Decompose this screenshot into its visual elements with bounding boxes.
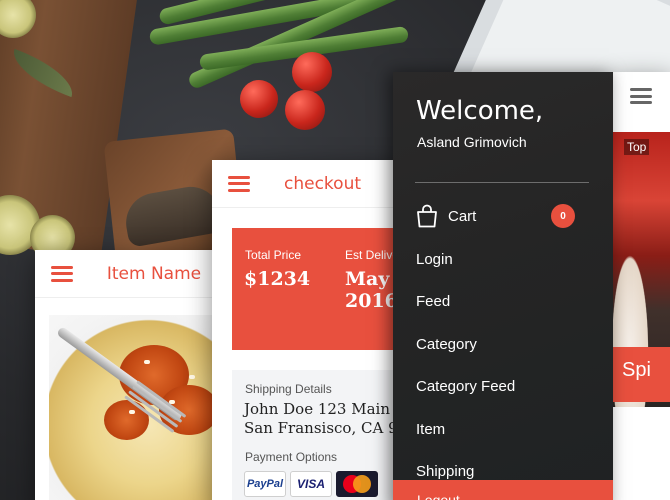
total-price-value: $1234: [244, 268, 311, 290]
menu-item-category-feed[interactable]: Category Feed: [416, 375, 515, 397]
checkout-header: checkout: [212, 160, 412, 208]
shipping-section: Shipping Details John Doe 123 Main St Sa…: [232, 370, 412, 500]
address-line: San Fransisco, CA 941: [244, 419, 412, 437]
est-delivery-label: Est Delive: [345, 248, 400, 262]
cherry-tomato: [240, 80, 278, 118]
payment-label: Payment Options: [245, 450, 338, 464]
peek-banner: Spi: [612, 347, 670, 402]
shipping-label: Shipping Details: [245, 382, 332, 396]
checkout-title: checkout: [284, 173, 362, 194]
address-line: John Doe 123 Main St: [244, 400, 412, 418]
logout-label: Logout: [417, 492, 460, 500]
price-panel: Total Price $1234 Est Delive May 2 2016: [232, 228, 412, 350]
est-delivery-year: 2016: [345, 290, 398, 312]
menu-item-login[interactable]: Login: [416, 248, 453, 270]
shopping-bag-icon: [417, 204, 437, 228]
cart-count-badge: 0: [551, 204, 575, 228]
user-name: Asland Grimovich: [417, 134, 527, 150]
menu-icon[interactable]: [228, 175, 250, 192]
menu-item-shipping[interactable]: Shipping: [416, 460, 474, 482]
visa-icon[interactable]: VISA: [290, 471, 332, 497]
peek-screen: Top Spi: [612, 72, 670, 500]
paypal-icon[interactable]: PayPal: [244, 471, 286, 497]
mastercard-circles: [343, 475, 371, 493]
total-price-label: Total Price: [245, 248, 302, 262]
cherry-tomato: [285, 90, 325, 130]
navigation-drawer: Welcome, Asland Grimovich Cart 0 Login F…: [393, 72, 613, 500]
divider: [415, 182, 589, 183]
logout-button[interactable]: Logout: [393, 480, 613, 500]
mastercard-icon[interactable]: [336, 471, 378, 497]
checkout-screen: checkout Total Price $1234 Est Delive Ma…: [212, 160, 412, 500]
cherry-tomato: [292, 52, 332, 92]
peek-tag: Top: [624, 139, 650, 155]
menu-icon[interactable]: [630, 88, 652, 104]
peek-banner-text: Spi: [622, 359, 651, 381]
welcome-heading: Welcome,: [416, 96, 544, 126]
menu-item-feed[interactable]: Feed: [416, 290, 450, 312]
menu-item-item[interactable]: Item: [416, 418, 445, 440]
menu-item-cart[interactable]: Cart: [416, 204, 477, 228]
shipping-address[interactable]: John Doe 123 Main St San Fransisco, CA 9…: [244, 400, 412, 438]
cart-label: Cart: [448, 207, 477, 225]
menu-item-category[interactable]: Category: [416, 333, 477, 355]
